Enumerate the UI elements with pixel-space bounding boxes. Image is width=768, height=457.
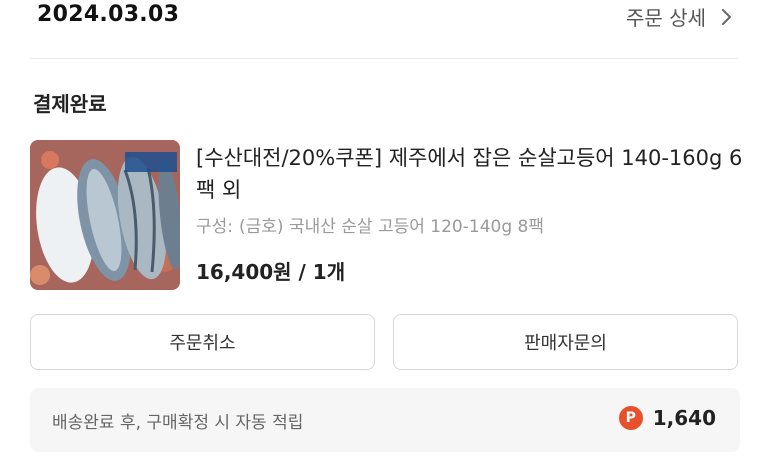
product-name[interactable]: [수산대전/20%쿠폰] 제주에서 잡은 순살고등어 140-160g 6팩 외 <box>196 142 744 206</box>
order-header: 2024.03.03 주문 상세 <box>0 0 768 38</box>
chevron-right-icon <box>716 7 736 27</box>
price-quantity: 16,400원 / 1개 <box>196 260 346 284</box>
order-date: 2024.03.03 <box>37 2 180 27</box>
option-value: (금호) 국내산 순살 고등어 120-140g 8팩 <box>239 217 544 237</box>
reward-value: P 1,640 <box>618 406 716 430</box>
order-detail-link[interactable]: 주문 상세 <box>626 2 736 31</box>
order-detail-label: 주문 상세 <box>626 6 706 30</box>
seller-inquiry-button[interactable]: 판매자문의 <box>393 314 738 370</box>
points-badge-icon: P <box>618 406 643 430</box>
product-thumbnail[interactable] <box>30 140 180 290</box>
option-label: 구성: <box>196 217 234 237</box>
product-option: 구성: (금호) 국내산 순살 고등어 120-140g 8팩 <box>196 212 544 237</box>
reward-points: 1,640 <box>652 406 716 430</box>
order-status: 결제완료 <box>33 92 107 116</box>
reward-points-box: 배송완료 후, 구매확정 시 자동 적립 P 1,640 <box>30 388 740 452</box>
reward-description: 배송완료 후, 구매확정 시 자동 적립 <box>52 413 304 433</box>
section-divider <box>30 58 738 59</box>
cancel-order-button[interactable]: 주문취소 <box>30 314 375 370</box>
